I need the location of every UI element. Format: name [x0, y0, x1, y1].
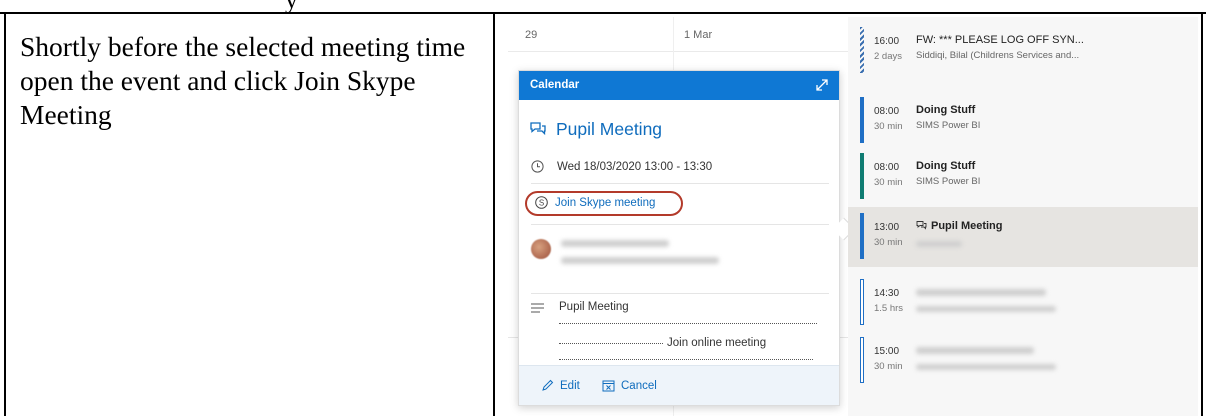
- event-color-bar: [860, 213, 864, 259]
- svg-text:S: S: [539, 198, 544, 207]
- event-time: Wed 18/03/2020 13:00 - 13:30: [557, 160, 713, 173]
- agenda-time: 16:00: [874, 36, 900, 47]
- popup-header: Calendar: [519, 71, 839, 100]
- divider: [531, 224, 829, 225]
- agenda-duration: 30 min: [874, 121, 903, 132]
- agenda-duration: 30 min: [874, 237, 903, 248]
- pencil-icon: [542, 379, 554, 391]
- table-border-top: [0, 12, 1206, 14]
- table-border-right: [1201, 12, 1203, 416]
- agenda-time: 08:00: [874, 162, 900, 173]
- divider: [531, 293, 829, 294]
- agenda-item[interactable]: 16:00 2 days FW: *** PLEASE LOG OFF SYN.…: [848, 27, 1198, 75]
- blurred-text: [561, 240, 669, 247]
- agenda-title: Doing Stuff: [916, 160, 976, 172]
- join-skype-label[interactable]: Join Skype meeting: [555, 197, 655, 209]
- agenda-time: 14:30: [874, 288, 900, 299]
- event-color-bar: [860, 27, 864, 73]
- blurred-text: [916, 289, 1046, 296]
- cancel-button[interactable]: Cancel: [602, 379, 657, 392]
- cancel-label: Cancel: [621, 379, 657, 392]
- agenda-time: 13:00: [874, 222, 900, 233]
- agenda-title: Pupil Meeting: [916, 220, 1003, 232]
- meeting-icon: [530, 122, 546, 136]
- event-color-bar: [860, 279, 864, 325]
- clock-icon: [531, 160, 544, 173]
- skype-icon: S: [535, 196, 548, 209]
- blurred-text: [916, 364, 1056, 370]
- agenda-item[interactable]: 08:00 30 min Doing Stuff SIMS Power BI: [848, 97, 1198, 145]
- agenda-duration: 2 days: [874, 51, 902, 62]
- agenda-duration: 1.5 hrs: [874, 303, 904, 314]
- agenda-duration: 30 min: [874, 177, 903, 188]
- agenda-panel: 16:00 2 days FW: *** PLEASE LOG OFF SYN.…: [848, 17, 1198, 416]
- event-time-row: Wed 18/03/2020 13:00 - 13:30: [531, 160, 712, 173]
- table-border-middle: [493, 12, 495, 416]
- agenda-title: FW: *** PLEASE LOG OFF SYN...: [916, 34, 1084, 46]
- popup-header-title: Calendar: [530, 79, 580, 91]
- popup-title-row: Pupil Meeting: [529, 116, 662, 142]
- blurred-text: [561, 257, 719, 264]
- divider: [531, 183, 829, 184]
- calendar-grid-header: 29 1 Mar: [508, 17, 848, 52]
- event-color-bar: [860, 97, 864, 143]
- dotted-separator: [559, 359, 813, 360]
- edit-button[interactable]: Edit: [541, 379, 580, 392]
- agenda-subtitle: SIMS Power BI: [916, 176, 981, 187]
- edit-label: Edit: [560, 379, 580, 392]
- agenda-item[interactable]: 08:00 30 min Doing Stuff SIMS Power BI: [848, 153, 1198, 201]
- agenda-item[interactable]: 15:00 30 min: [848, 337, 1198, 385]
- description-title: Pupil Meeting: [559, 301, 629, 313]
- popup-footer: Edit Cancel: [519, 365, 839, 405]
- agenda-item[interactable]: 14:30 1.5 hrs: [848, 279, 1198, 327]
- description-icon: [531, 303, 544, 313]
- document-table: y Shortly before the selected meeting ti…: [0, 0, 1206, 416]
- meeting-icon: [916, 221, 927, 230]
- agenda-subtitle: SIMS Power BI: [916, 120, 981, 131]
- event-color-bar: [860, 337, 864, 383]
- expand-icon[interactable]: [815, 78, 829, 92]
- join-online-meeting-text: Join online meeting: [559, 337, 766, 349]
- avatar: [531, 239, 551, 259]
- table-border-left: [4, 12, 6, 416]
- instruction-text: Shortly before the selected meeting time…: [20, 31, 466, 130]
- agenda-title: Doing Stuff: [916, 104, 976, 116]
- event-title: Pupil Meeting: [556, 118, 663, 139]
- calendar-cancel-icon: [602, 380, 615, 392]
- blurred-text: [916, 306, 1056, 312]
- blurred-text: [916, 347, 1034, 354]
- agenda-time: 15:00: [874, 346, 900, 357]
- grid-date-right: 1 Mar: [684, 29, 713, 41]
- blurred-text: [916, 241, 962, 247]
- organizer-row-blurred: [531, 234, 821, 274]
- dotted-separator: [559, 323, 817, 324]
- agenda-subtitle: Siddiqi, Bilal (Childrens Services and..…: [916, 50, 1080, 61]
- event-color-bar: [860, 153, 864, 199]
- agenda-item-selected[interactable]: 13:00 30 min Pupil Meeting: [848, 207, 1198, 267]
- grid-date-left: 29: [525, 29, 538, 41]
- outlook-screenshot: 29 1 Mar Calendar Pupil Meeting Wed 18/0…: [508, 17, 1198, 416]
- join-skype-link[interactable]: S Join Skype meeting: [535, 196, 655, 209]
- agenda-time: 08:00: [874, 106, 900, 117]
- event-popup-card: Calendar Pupil Meeting Wed 18/03/2020 13…: [518, 70, 840, 406]
- agenda-duration: 30 min: [874, 361, 903, 372]
